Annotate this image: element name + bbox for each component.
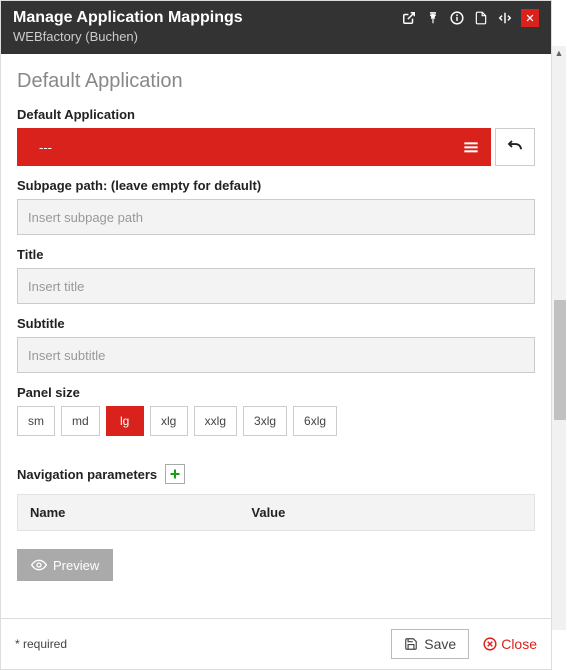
close-label: Close: [501, 636, 537, 652]
default-app-label: Default Application: [17, 107, 535, 122]
subtitle-label: Subtitle: [17, 316, 535, 331]
scrollbar-up-arrow[interactable]: ▲: [552, 46, 566, 60]
panel-size-group: smmdlgxlgxxlg3xlg6xlg: [17, 406, 535, 436]
size-btn-6xlg[interactable]: 6xlg: [293, 406, 337, 436]
undo-button[interactable]: [495, 128, 535, 166]
info-icon[interactable]: [449, 10, 465, 26]
subtitle-input[interactable]: [17, 337, 535, 373]
window-title: Manage Application Mappings: [13, 9, 243, 27]
scrollbar-thumb[interactable]: [554, 300, 566, 420]
col-name-header: Name: [30, 505, 251, 520]
footer: * required Save Close: [1, 618, 551, 669]
preview-button[interactable]: Preview: [17, 549, 113, 581]
nav-params-label: Navigation parameters: [17, 467, 157, 482]
size-btn-3xlg[interactable]: 3xlg: [243, 406, 287, 436]
size-btn-xxlg[interactable]: xxlg: [194, 406, 237, 436]
window-header: Manage Application Mappings WEBfactory (…: [1, 1, 551, 54]
save-button[interactable]: Save: [391, 629, 469, 659]
panel-body: Default Application Default Application …: [1, 54, 551, 618]
save-label: Save: [424, 636, 456, 652]
nav-params-table: Name Value: [17, 494, 535, 531]
close-button[interactable]: [521, 9, 539, 27]
default-app-select[interactable]: ---: [17, 128, 491, 166]
external-link-icon[interactable]: [401, 10, 417, 26]
size-btn-sm[interactable]: sm: [17, 406, 55, 436]
title-label: Title: [17, 247, 535, 262]
title-input[interactable]: [17, 268, 535, 304]
pdf-icon[interactable]: [473, 10, 489, 26]
pin-icon[interactable]: [425, 10, 441, 26]
default-app-value: ---: [39, 140, 52, 155]
window-subtitle: WEBfactory (Buchen): [13, 29, 243, 44]
close-link[interactable]: Close: [483, 636, 537, 652]
subpage-label: Subpage path: (leave empty for default): [17, 178, 535, 193]
size-btn-xlg[interactable]: xlg: [150, 406, 188, 436]
col-value-header: Value: [251, 505, 522, 520]
section-heading: Default Application: [17, 70, 535, 93]
list-icon: [463, 141, 479, 153]
size-btn-lg[interactable]: lg: [106, 406, 144, 436]
preview-label: Preview: [53, 558, 99, 573]
add-param-button[interactable]: [165, 464, 185, 484]
panel-size-label: Panel size: [17, 385, 535, 400]
resize-icon[interactable]: [497, 10, 513, 26]
size-btn-md[interactable]: md: [61, 406, 100, 436]
required-note: * required: [15, 637, 67, 651]
subpage-input[interactable]: [17, 199, 535, 235]
